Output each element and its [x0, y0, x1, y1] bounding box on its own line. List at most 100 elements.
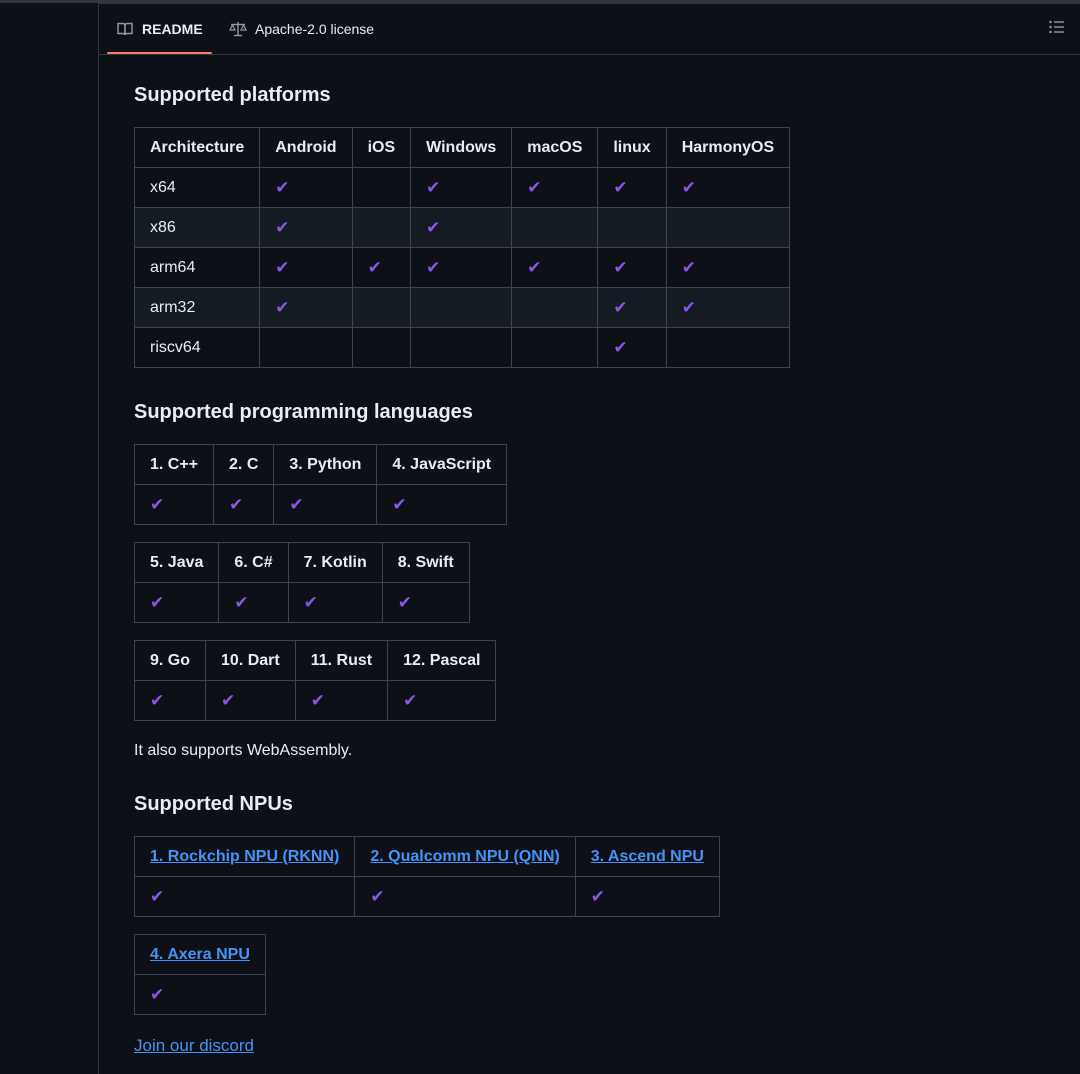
- language-header-10-dart: 10. Dart: [205, 640, 296, 681]
- platform-row-x86: x86 ✔ ✔: [133, 207, 791, 248]
- architecture-cell: x86: [133, 207, 261, 248]
- check-row: ✔ ✔ ✔ ✔: [133, 582, 470, 623]
- language-header-2-c: 2. C: [213, 444, 275, 485]
- checkmark-icon: ✔: [681, 177, 696, 197]
- support-cell-android: ✔: [259, 247, 353, 288]
- checkmark-icon: ✔: [367, 257, 382, 277]
- check-row: ✔: [134, 974, 266, 1015]
- language-header-1-c: 1. C++: [133, 444, 215, 485]
- support-cell-android: ✔: [259, 207, 353, 248]
- header-row: 1. Rockchip NPU (RKNN) 2. Qualcomm NPU (Q…: [133, 836, 720, 877]
- support-cell: ✔: [273, 484, 378, 525]
- platforms-col-header: Windows: [410, 127, 513, 168]
- support-cell-windows: ✔: [410, 247, 513, 288]
- table-of-contents-button[interactable]: [1047, 20, 1067, 38]
- support-cell: ✔: [574, 876, 720, 917]
- architecture-cell: riscv64: [133, 327, 261, 368]
- support-cell-ios: [351, 167, 412, 208]
- discord-link[interactable]: Join our discord: [134, 1036, 254, 1055]
- platforms-heading: Supported platforms: [134, 84, 331, 106]
- support-cell: ✔: [133, 484, 215, 525]
- platform-row-x64: x64 ✔ ✔ ✔ ✔ ✔: [133, 167, 791, 208]
- readme-content: Supported platforms Architecture Android i…: [133, 81, 1034, 1056]
- header-row: 5. Java 6. C# 7. Kotlin 8. Swift: [133, 542, 470, 583]
- checkmark-icon: ✔: [527, 257, 542, 277]
- checkmark-icon: ✔: [392, 494, 407, 514]
- support-cell-harmonyos: [665, 327, 791, 368]
- checkmark-icon: ✔: [310, 690, 325, 710]
- support-cell-harmonyos: ✔: [665, 167, 791, 208]
- support-cell: ✔: [354, 876, 576, 917]
- checkmark-icon: ✔: [613, 177, 628, 197]
- checkmark-icon: ✔: [150, 886, 165, 906]
- npu-header-cell: 1. Rockchip NPU (RKNN): [133, 836, 356, 877]
- check-row: ✔ ✔ ✔: [133, 876, 720, 917]
- support-cell: ✔: [134, 974, 266, 1015]
- support-cell-windows: ✔: [410, 207, 513, 248]
- platforms-col-header: linux: [597, 127, 667, 168]
- support-cell: ✔: [133, 582, 220, 623]
- language-table-1: 1. C++ 2. C 3. Python 4. JavaScript ✔ ✔ ✔ ✔: [133, 444, 508, 525]
- support-cell-harmonyos: [665, 207, 791, 248]
- tab-license[interactable]: Apache-2.0 license: [229, 4, 374, 54]
- support-cell: ✔: [376, 484, 508, 525]
- checkmark-icon: ✔: [150, 984, 165, 1004]
- checkmark-icon: ✔: [275, 217, 290, 237]
- npu-link-2-qualcomm-npu-qnn[interactable]: 2. Qualcomm NPU (QNN): [370, 848, 559, 865]
- support-cell-ios: [351, 327, 412, 368]
- readme-panel: README Apache-2.0 license Supported plat…: [98, 3, 1080, 1074]
- npu-table-1: 1. Rockchip NPU (RKNN) 2. Qualcomm NPU (Q…: [133, 836, 720, 917]
- checkmark-icon: ✔: [370, 886, 385, 906]
- architecture-cell: x64: [133, 167, 261, 208]
- support-cell: ✔: [287, 582, 383, 623]
- support-cell: ✔: [133, 680, 207, 721]
- languages-tables: 1. C++ 2. C 3. Python 4. JavaScript ✔ ✔ ✔ ✔ 5. J…: [133, 444, 1034, 721]
- support-cell-macos: [511, 327, 599, 368]
- checkmark-icon: ✔: [613, 297, 628, 317]
- tab-readme[interactable]: README: [116, 4, 203, 54]
- language-table-3: 9. Go 10. Dart 11. Rust 12. Pascal ✔ ✔ ✔ ✔: [133, 640, 497, 721]
- npu-link-4-axera-npu[interactable]: 4. Axera NPU: [150, 946, 250, 963]
- checkmark-icon: ✔: [590, 886, 605, 906]
- active-tab-indicator: [107, 52, 212, 54]
- support-cell-harmonyos: ✔: [665, 247, 791, 288]
- support-cell: ✔: [381, 582, 470, 623]
- language-header-7-kotlin: 7. Kotlin: [287, 542, 383, 583]
- checkmark-icon: ✔: [527, 177, 542, 197]
- platforms-header-row: Architecture Android iOS Windows macOS linux H…: [133, 127, 791, 168]
- checkmark-icon: ✔: [681, 257, 696, 277]
- language-table-2: 5. Java 6. C# 7. Kotlin 8. Swift ✔ ✔ ✔ ✔: [133, 542, 470, 623]
- support-cell-windows: [410, 327, 513, 368]
- architecture-cell: arm64: [133, 247, 261, 288]
- webassembly-note: It also supports WebAssembly.: [134, 742, 353, 759]
- tab-license-label: Apache-2.0 license: [255, 21, 375, 37]
- language-header-11-rust: 11. Rust: [294, 640, 389, 681]
- checkmark-icon: ✔: [426, 177, 441, 197]
- npu-tables: 1. Rockchip NPU (RKNN) 2. Qualcomm NPU (Q…: [133, 836, 1034, 1015]
- support-cell-linux: ✔: [597, 167, 667, 208]
- language-header-12-pascal: 12. Pascal: [387, 640, 497, 681]
- platforms-col-header: Android: [259, 127, 353, 168]
- npu-link-3-ascend-npu[interactable]: 3. Ascend NPU: [591, 848, 704, 865]
- check-row: ✔ ✔ ✔ ✔: [133, 484, 508, 525]
- support-cell-windows: [410, 287, 513, 328]
- header-row: 9. Go 10. Dart 11. Rust 12. Pascal: [133, 640, 497, 681]
- platform-row-arm64: arm64 ✔ ✔ ✔ ✔ ✔ ✔: [133, 247, 791, 288]
- support-cell-android: [259, 327, 353, 368]
- support-cell-macos: [511, 207, 599, 248]
- support-cell-android: ✔: [259, 287, 353, 328]
- support-cell: ✔: [294, 680, 389, 721]
- support-cell: ✔: [387, 680, 497, 721]
- platforms-body: x64 ✔ ✔ ✔ ✔ ✔ x86 ✔ ✔ arm64 ✔ ✔ ✔ ✔ ✔ ✔ arm32 ✔ ✔ ✔ riscv64 ✔: [133, 167, 791, 368]
- readme-tabbar: README Apache-2.0 license: [99, 4, 1080, 55]
- support-cell-harmonyos: ✔: [665, 287, 791, 328]
- npu-header-cell: 2. Qualcomm NPU (QNN): [354, 836, 576, 877]
- npu-link-1-rockchip-npu-rknn[interactable]: 1. Rockchip NPU (RKNN): [150, 848, 339, 865]
- support-cell-linux: ✔: [597, 327, 667, 368]
- language-header-5-java: 5. Java: [133, 542, 220, 583]
- checkmark-icon: ✔: [221, 690, 236, 710]
- checkmark-icon: ✔: [150, 592, 165, 612]
- support-cell-linux: ✔: [597, 287, 667, 328]
- languages-heading: Supported programming languages: [134, 401, 473, 423]
- checkmark-icon: ✔: [275, 257, 290, 277]
